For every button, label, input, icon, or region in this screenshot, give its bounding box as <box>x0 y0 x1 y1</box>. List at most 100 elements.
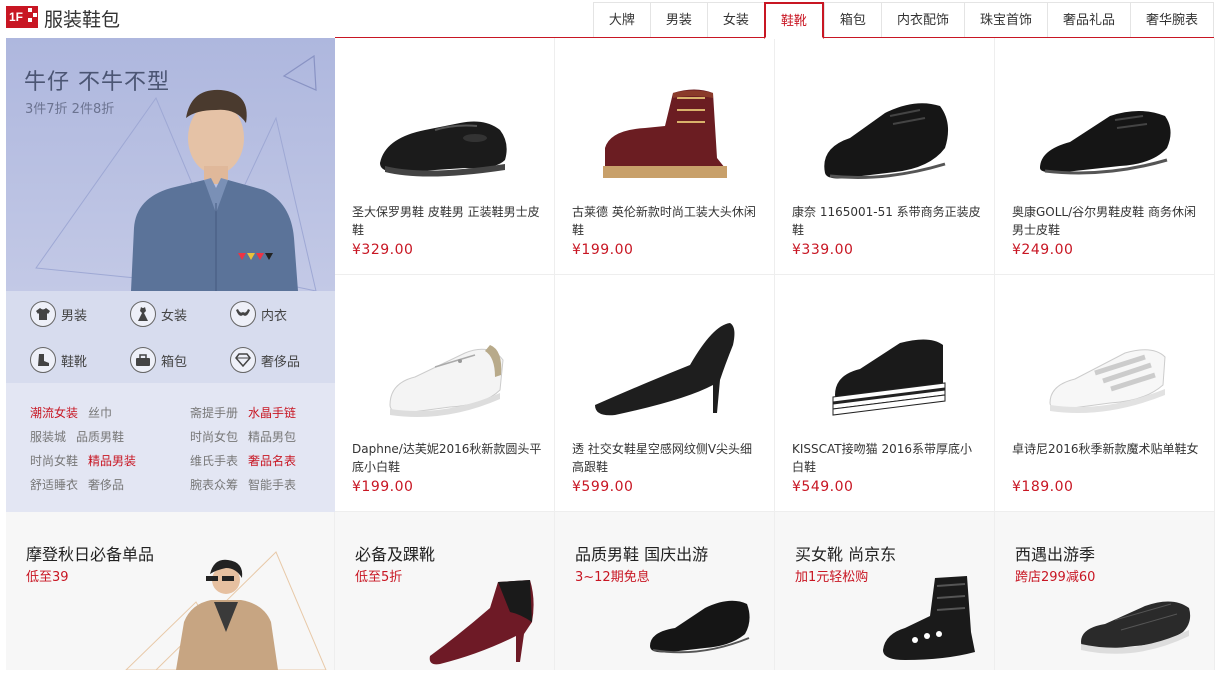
category-menswear[interactable]: 男装 <box>30 301 87 327</box>
quick-link[interactable]: 水晶手链 <box>248 404 296 421</box>
quick-link[interactable]: 服装城 <box>30 428 66 445</box>
tab-brands[interactable]: 大牌 <box>592 2 650 38</box>
product-card[interactable]: 圣大保罗男鞋 皮鞋男 正装鞋男士皮鞋 ¥329.00 <box>335 38 555 275</box>
product-image[interactable] <box>1025 305 1185 425</box>
quick-link[interactable]: 腕表众筹 <box>190 476 238 493</box>
promo-title: 西遇出游季 <box>1015 545 1096 564</box>
category-label: 内衣 <box>261 308 288 324</box>
quick-links: 潮流女装 丝巾 斋提手册 水晶手链 服装城 品质男鞋 时尚女包 精品男包 时尚女… <box>6 383 335 512</box>
tab-luxury-gifts[interactable]: 奢品礼品 <box>1046 2 1130 38</box>
quick-link[interactable]: 品质男鞋 <box>76 428 124 445</box>
product-image[interactable] <box>805 68 965 188</box>
product-price: ¥329.00 <box>352 242 414 258</box>
category-label: 奢侈品 <box>261 354 301 370</box>
tab-bags[interactable]: 箱包 <box>823 2 881 38</box>
quick-link[interactable]: 斋提手册 <box>190 404 238 421</box>
product-price: ¥249.00 <box>1012 242 1074 258</box>
quick-link[interactable]: 精品男装 <box>88 452 136 469</box>
category-womenswear[interactable]: 女装 <box>130 301 187 327</box>
product-name[interactable]: 透 社交女鞋星空感网纹侧V尖头细高跟鞋 <box>572 440 762 476</box>
promo-image <box>650 600 750 654</box>
hero-subtitle: 3件7折 2件8折 <box>25 102 115 117</box>
product-image[interactable] <box>1025 68 1185 188</box>
product-price: ¥199.00 <box>572 242 634 258</box>
product-price: ¥549.00 <box>792 479 854 495</box>
product-name[interactable]: 卓诗尼2016秋季新款魔术贴单鞋女 <box>1012 440 1202 458</box>
tab-shoes[interactable]: 鞋靴 <box>763 2 824 39</box>
category-underwear[interactable]: 内衣 <box>230 301 287 327</box>
product-name[interactable]: Daphne/达芙妮2016秋新款圆头平底小白鞋 <box>352 440 542 476</box>
quick-link[interactable]: 潮流女装 <box>30 404 78 421</box>
tab-jewelry[interactable]: 珠宝首饰 <box>963 2 1047 38</box>
tab-watches[interactable]: 奢华腕表 <box>1129 2 1214 38</box>
quick-link[interactable]: 时尚女包 <box>190 428 238 445</box>
product-card[interactable]: KISSCAT接吻猫 2016系带厚底小白鞋 ¥549.00 <box>775 275 995 512</box>
promo-subtitle: 3~12期免息 <box>575 570 650 585</box>
hero-title: 牛仔 不牛不型 <box>24 70 170 95</box>
left-banner: 牛仔 不牛不型 3件7折 2件8折 男装 女装 内衣 鞋靴 箱包 奢侈品 潮流女… <box>6 38 335 512</box>
diamond-icon <box>230 347 256 373</box>
floor-badge: 1F <box>6 6 38 28</box>
category-icon-grid: 男装 女装 内衣 鞋靴 箱包 奢侈品 <box>6 291 335 383</box>
category-luxury[interactable]: 奢侈品 <box>230 347 300 373</box>
product-image[interactable] <box>365 305 525 425</box>
quick-link[interactable]: 智能手表 <box>248 476 296 493</box>
category-bags[interactable]: 箱包 <box>130 347 187 373</box>
promo-title: 摩登秋日必备单品 <box>26 545 155 564</box>
product-card[interactable]: 奥康GOLL/谷尔男鞋皮鞋 商务休闲男士皮鞋 ¥249.00 <box>995 38 1215 275</box>
category-shoes[interactable]: 鞋靴 <box>30 347 87 373</box>
tab-menswear[interactable]: 男装 <box>649 2 707 38</box>
floor-header: 1F 服装鞋包 大牌 男装 女装 鞋靴 箱包 内衣配饰 珠宝首饰 奢品礼品 奢华… <box>0 0 1220 39</box>
product-name[interactable]: 康奈 1165001-51 系带商务正装皮鞋 <box>792 203 982 239</box>
product-grid: 圣大保罗男鞋 皮鞋男 正装鞋男士皮鞋 ¥329.00 古莱德 英伦新款时尚工装大… <box>335 38 1215 512</box>
quick-link[interactable]: 奢侈品 <box>88 476 124 493</box>
product-card[interactable]: Daphne/达芙妮2016秋新款圆头平底小白鞋 ¥199.00 <box>335 275 555 512</box>
promo-image <box>429 580 534 665</box>
promo-illustration <box>125 551 327 670</box>
product-name[interactable]: 古莱德 英伦新款时尚工装大头休闲鞋 <box>572 203 762 239</box>
product-image[interactable] <box>585 68 745 188</box>
bag-icon <box>130 347 156 373</box>
quick-link[interactable]: 奢品名表 <box>248 452 296 469</box>
promo-card[interactable]: 品质男鞋 国庆出游 3~12期免息 <box>555 512 775 670</box>
hero-banner[interactable]: 牛仔 不牛不型 3件7折 2件8折 <box>6 38 335 291</box>
promo-title: 品质男鞋 国庆出游 <box>575 545 709 564</box>
product-card[interactable]: 透 社交女鞋星空感网纹侧V尖头细高跟鞋 ¥599.00 <box>555 275 775 512</box>
tab-underwear[interactable]: 内衣配饰 <box>880 2 964 38</box>
promo-card[interactable]: 摩登秋日必备单品 低至39 <box>6 512 335 670</box>
product-card[interactable]: 卓诗尼2016秋季新款魔术贴单鞋女 ¥189.00 <box>995 275 1215 512</box>
promo-row: 摩登秋日必备单品 低至39 必备及踝靴 低至5折 品质男鞋 国庆出游 3~12期… <box>6 512 1215 670</box>
quick-link[interactable]: 舒适睡衣 <box>30 476 78 493</box>
promo-card[interactable]: 西遇出游季 跨店299减60 <box>995 512 1215 670</box>
badge-pixel <box>28 8 32 12</box>
tab-womenswear[interactable]: 女装 <box>706 2 764 38</box>
category-label: 女装 <box>161 308 188 324</box>
category-tabs: 大牌 男装 女装 鞋靴 箱包 内衣配饰 珠宝首饰 奢品礼品 奢华腕表 <box>592 2 1214 39</box>
product-image[interactable] <box>585 305 745 425</box>
product-image[interactable] <box>805 305 965 425</box>
promo-card[interactable]: 买女靴 尚京东 加1元轻松购 <box>775 512 995 670</box>
floor-number: 1F <box>9 10 24 24</box>
promo-subtitle: 低至39 <box>26 570 69 585</box>
quick-link[interactable]: 维氏手表 <box>190 452 238 469</box>
promo-card[interactable]: 必备及踝靴 低至5折 <box>335 512 555 670</box>
product-price: ¥339.00 <box>792 242 854 258</box>
product-card[interactable]: 康奈 1165001-51 系带商务正装皮鞋 ¥339.00 <box>775 38 995 275</box>
badge-pixel <box>33 13 37 17</box>
promo-title: 买女靴 尚京东 <box>795 545 897 564</box>
product-image[interactable] <box>365 68 525 188</box>
product-price: ¥189.00 <box>1012 479 1074 495</box>
floor-title: 服装鞋包 <box>44 9 121 31</box>
quick-link[interactable]: 丝巾 <box>88 404 112 421</box>
category-label: 鞋靴 <box>61 354 88 370</box>
product-name[interactable]: 奥康GOLL/谷尔男鞋皮鞋 商务休闲男士皮鞋 <box>1012 203 1202 239</box>
quick-link[interactable]: 精品男包 <box>248 428 296 445</box>
quick-link[interactable]: 时尚女鞋 <box>30 452 78 469</box>
badge-pixel <box>28 18 32 22</box>
product-card[interactable]: 古莱德 英伦新款时尚工装大头休闲鞋 ¥199.00 <box>555 38 775 275</box>
category-label: 男装 <box>61 308 88 324</box>
product-price: ¥199.00 <box>352 479 414 495</box>
product-name[interactable]: 圣大保罗男鞋 皮鞋男 正装鞋男士皮鞋 <box>352 203 542 239</box>
promo-image <box>883 576 975 660</box>
product-name[interactable]: KISSCAT接吻猫 2016系带厚底小白鞋 <box>792 440 982 476</box>
